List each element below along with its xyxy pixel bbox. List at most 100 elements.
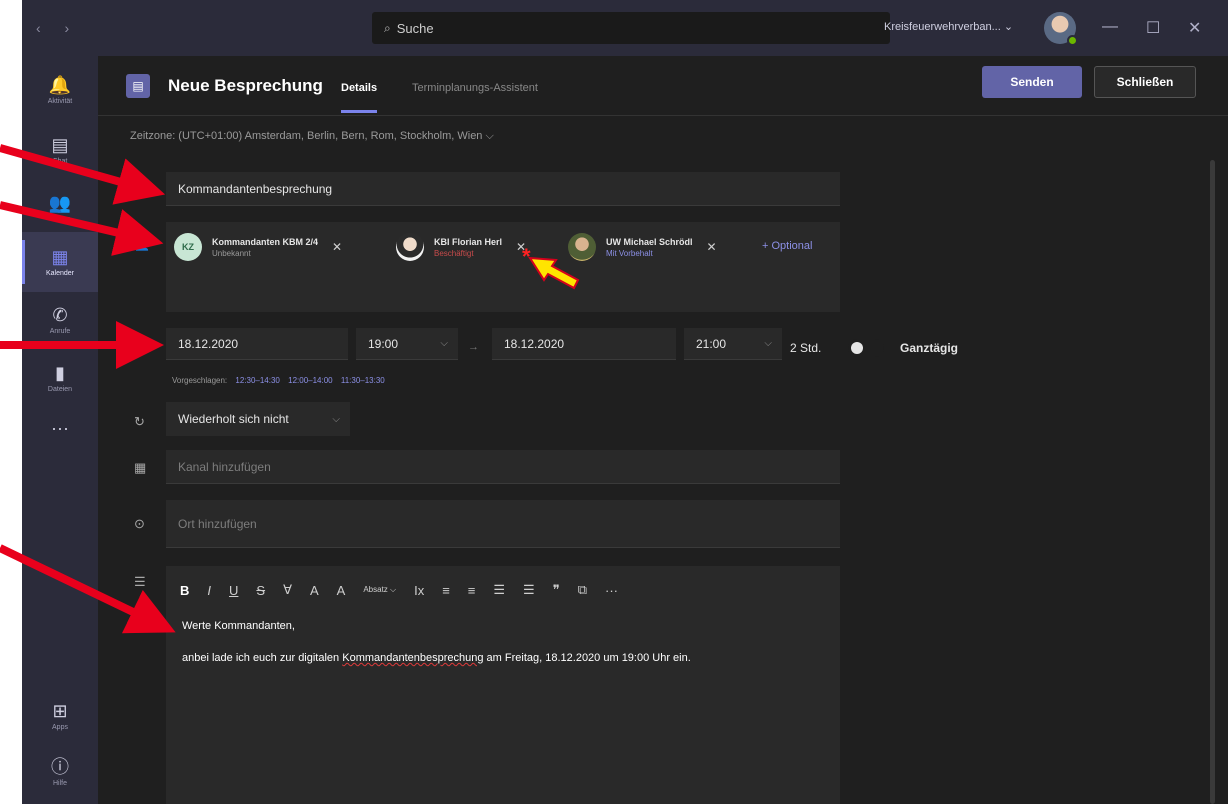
channel-icon: ▦ [134, 460, 147, 475]
rail-label: Teams [49, 216, 71, 223]
attendee-chip: UW Michael Schrödl Mit Vorbehalt ✕ [568, 230, 717, 264]
body-text: am Freitag, 18.12.2020 um 19:00 Uhr ein. [483, 652, 691, 664]
title-input[interactable]: Kommandantenbesprechung [166, 172, 840, 206]
attendee-name: Kommandanten KBM 2/4 [212, 236, 319, 247]
maximize-button[interactable]: ☐ [1146, 18, 1160, 38]
quote-button[interactable]: ❞ [553, 582, 560, 598]
send-button[interactable]: Senden [982, 66, 1082, 98]
chevron-down-icon: ⌵ [332, 413, 340, 425]
attendee-chip: KZ Kommandanten KBM 2/4 Unbekannt ✕ [174, 230, 342, 264]
rail-item-activity[interactable]: 🔔 Aktivität [22, 60, 98, 120]
chat-icon: ▤ [51, 135, 69, 155]
spellcheck-word: Kommandantenbesprechung [342, 652, 484, 664]
rail-label: Apps [52, 724, 68, 731]
history-nav-arrows[interactable]: ‹ › [36, 20, 79, 36]
rail-item-calendar[interactable]: ▦ Kalender [22, 232, 98, 292]
calendar-event-icon: ▤ [126, 74, 150, 98]
paragraph-select[interactable]: Absatz ⌵ [363, 585, 396, 595]
chevron-down-icon: ⌵ [440, 338, 448, 349]
timezone-selector[interactable]: Zeitzone: (UTC+01:00) Amsterdam, Berlin,… [130, 130, 494, 143]
decrease-indent-button[interactable]: ≡ [442, 583, 450, 598]
all-day-toggle[interactable] [848, 339, 884, 357]
page-title: Neue Besprechung [168, 76, 323, 95]
rail-item-teams[interactable]: 👥 Teams [22, 178, 98, 238]
teams-icon: 👥 [48, 193, 72, 213]
suggested-slot[interactable]: 12:30–14:30 [235, 376, 280, 385]
help-icon: ⓘ [51, 757, 69, 777]
scrollbar[interactable] [1210, 160, 1215, 804]
location-pin-icon: ⊙ [134, 516, 145, 531]
underline-button[interactable]: U [229, 583, 238, 598]
bold-button[interactable]: B [180, 583, 189, 598]
rail-item-apps[interactable]: ⊞ Apps [22, 686, 98, 746]
rail-label: Hilfe [52, 780, 67, 787]
suggested-label: Vorgeschlagen: [172, 376, 228, 385]
italic-button[interactable]: I [207, 583, 211, 598]
rail-item-calls[interactable]: ✆ Anrufe [22, 290, 98, 350]
end-time-value: 21:00 [696, 336, 727, 351]
channel-input[interactable]: Kanal hinzufügen [166, 450, 840, 484]
rail-more-button[interactable]: ··· [22, 398, 98, 458]
search-icon: ⌕ [384, 20, 391, 35]
title-input-value: Kommandantenbesprechung [178, 181, 333, 196]
minimize-button[interactable]: — [1102, 18, 1118, 36]
attendee-chip: KBI Florian Herl Beschäftigt ✕ [396, 230, 526, 264]
suggested-slot[interactable]: 12:00–14:00 [288, 376, 333, 385]
busy-marker-asterisk: * [522, 244, 531, 269]
suggested-times: Vorgeschlagen: 12:30–14:30 12:00–14:00 1… [172, 376, 385, 385]
location-placeholder: Ort hinzufügen [178, 516, 257, 531]
body-paragraph: anbei lade ich euch zur digitalen Komman… [182, 650, 822, 666]
search-box[interactable]: ⌕ Suche [372, 12, 890, 44]
attendees-field[interactable]: KZ Kommandanten KBM 2/4 Unbekannt ✕ KBI … [166, 222, 840, 312]
add-optional-link[interactable]: + Optional [762, 240, 812, 252]
increase-indent-button[interactable]: ≡ [468, 583, 476, 598]
location-input[interactable]: Ort hinzufügen [166, 500, 840, 548]
rail-item-help[interactable]: ⓘ Hilfe [22, 742, 98, 802]
font-color-button[interactable]: A [310, 583, 319, 598]
link-button[interactable]: ⧉ [578, 582, 587, 598]
suggested-slot[interactable]: 11:30–13:30 [341, 376, 385, 385]
teams-window: ‹ › ⌕ Suche Kreisfeuerwehrverban... ⌄ — … [22, 0, 1228, 804]
editor-content[interactable]: Werte Kommandanten, anbei lade ich euch … [182, 618, 822, 682]
bulleted-list-button[interactable]: ☰ [493, 582, 505, 598]
description-editor[interactable]: B I U S ∀ A A Absatz ⌵ Ix ≡ ≡ ☰ ☰ ❞ ⧉ ··… [166, 566, 840, 804]
rail-label: Anrufe [49, 328, 71, 335]
numbered-list-button[interactable]: ☰ [523, 582, 535, 598]
strikethrough-button[interactable]: S [256, 583, 265, 598]
toggle-knob [851, 342, 863, 354]
remove-attendee-icon[interactable]: ✕ [707, 240, 717, 254]
start-date-input[interactable]: 18.12.2020 [166, 328, 348, 360]
end-date-value: 18.12.2020 [504, 336, 565, 351]
tab-details[interactable]: Details [341, 82, 378, 113]
rail-item-chat[interactable]: ▤ Chat [22, 120, 98, 180]
end-date-input[interactable]: 18.12.2020 [492, 328, 676, 360]
channel-placeholder: Kanal hinzufügen [178, 459, 271, 474]
start-time-select[interactable]: 19:00 ⌵ [356, 328, 458, 360]
meeting-header: ▤ Neue Besprechung Details Terminplanung… [98, 56, 1228, 116]
rail-label: Aktivität [47, 98, 73, 105]
more-options-button[interactable]: ··· [605, 583, 618, 598]
rail-label: Dateien [47, 386, 73, 393]
attendee-avatar [396, 233, 424, 261]
file-icon: ▮ [55, 363, 65, 383]
pencil-icon: ✎ [134, 181, 145, 196]
font-size-button[interactable]: A [337, 583, 346, 598]
tab-scheduling-assistant[interactable]: Terminplanungs-Assistent [412, 82, 538, 94]
profile-avatar[interactable] [1044, 12, 1078, 46]
close-window-button[interactable]: ✕ [1188, 18, 1201, 38]
recurrence-select[interactable]: Wiederholt sich nicht ⌵ [166, 402, 350, 436]
arrow-right-icon: → [468, 341, 479, 353]
close-button[interactable]: Schließen [1094, 66, 1196, 98]
remove-attendee-icon[interactable]: ✕ [332, 240, 342, 254]
all-day-label: Ganztägig [900, 341, 959, 355]
body-text: anbei lade ich euch zur digitalen [182, 652, 343, 664]
attendee-name: KBI Florian Herl [434, 236, 503, 247]
attendee-avatar [568, 233, 596, 261]
highlight-button[interactable]: ∀ [283, 582, 292, 598]
attendee-avatar: KZ [174, 233, 202, 261]
end-time-select[interactable]: 21:00 ⌵ [684, 328, 782, 360]
clear-format-button[interactable]: Ix [414, 583, 424, 598]
tenant-switcher[interactable]: Kreisfeuerwehrverban... ⌄ [884, 20, 1013, 33]
attendee-status: Unbekannt [212, 248, 251, 258]
format-toolbar: B I U S ∀ A A Absatz ⌵ Ix ≡ ≡ ☰ ☰ ❞ ⧉ ··… [180, 580, 618, 600]
